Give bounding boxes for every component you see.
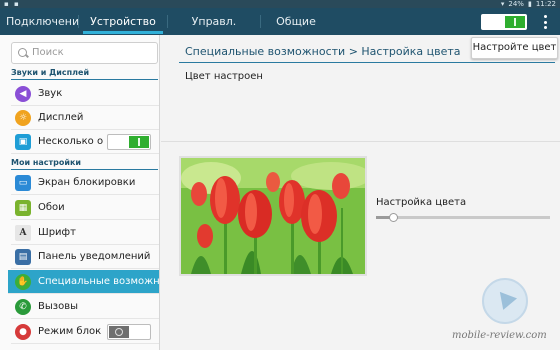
sidebar-item-sound[interactable]: ◀ Звук (11, 82, 159, 106)
status-notification-icons: ▪ ▪ (4, 0, 20, 8)
multiwindow-toggle[interactable] (107, 134, 151, 150)
sidebar-item-lockscreen[interactable]: ▭ Экран блокировки (11, 171, 159, 195)
tab-general[interactable]: Общие (261, 8, 331, 35)
toggle-knob (505, 16, 525, 28)
sidebar-item-display[interactable]: ☼ Дисплей (11, 106, 159, 130)
lockscreen-icon: ▭ (15, 174, 31, 191)
sidebar-item-font[interactable]: A Шрифт (11, 221, 159, 245)
battery-percent: 24% (508, 0, 524, 8)
wifi-icon: ▾ (500, 0, 505, 8)
accessibility-icon: ✋ (15, 273, 31, 290)
breadcrumb-divider (179, 62, 555, 63)
tab-controls[interactable]: Управл. (168, 8, 260, 35)
tulips-preview-image (179, 156, 367, 276)
sidebar-item-accessibility[interactable]: ✋ Специальные возможнос (8, 270, 159, 294)
site-watermark: mobile-review.com (448, 278, 558, 348)
battery-icon: ▮ (527, 0, 532, 8)
sidebar-item-block-mode[interactable]: ● Режим блок (11, 320, 159, 344)
wallpaper-icon: ▦ (15, 199, 31, 216)
watermark-logo (482, 278, 528, 324)
tab-connections[interactable]: Подключения (0, 8, 78, 35)
notification-icon: ▪ (4, 0, 9, 8)
sidebar-item-multiwindow[interactable]: ▣ Несколько о (11, 130, 159, 154)
sidebar-item-label: Панель уведомлений (38, 251, 151, 262)
color-adjust-slider[interactable] (376, 213, 550, 222)
status-bar: ▪ ▪ ▾ 24% ▮ 11:22 (0, 0, 560, 8)
clock: 11:22 (535, 0, 556, 8)
master-toggle[interactable] (481, 14, 527, 30)
block-mode-toggle[interactable] (107, 324, 151, 340)
sidebar-item-label: Режим блок (38, 326, 102, 337)
sidebar-item-notification-panel[interactable]: ▤ Панель уведомлений (11, 245, 159, 269)
sidebar-item-calls[interactable]: ✆ Вызовы (11, 295, 159, 319)
sidebar-item-label: Дисплей (38, 112, 84, 123)
sidebar-item-label: Вызовы (38, 301, 78, 312)
notification-icon: ▪ (14, 0, 19, 8)
adjust-color-button[interactable]: Настройте цвет (471, 37, 558, 59)
sidebar-item-wallpaper[interactable]: ▦ Обои (11, 196, 159, 220)
speaker-icon: ◀ (15, 85, 31, 102)
tab-bar: Подключения Устройство Управл. Общие (0, 8, 560, 35)
color-adjust-label: Настройка цвета (376, 197, 467, 208)
search-icon (18, 48, 27, 57)
sidebar-item-label: Экран блокировки (38, 177, 136, 188)
status-right: ▾ 24% ▮ 11:22 (501, 0, 556, 8)
color-status-text: Цвет настроен (185, 71, 263, 82)
phone-icon: ✆ (15, 298, 31, 315)
font-icon: A (15, 224, 31, 241)
sidebar-item-label: Несколько о (38, 136, 104, 147)
sidebar-item-label: Звук (38, 88, 63, 99)
search-placeholder: Поиск (32, 47, 64, 58)
watermark-text: mobile-review.com (452, 330, 547, 341)
section-header-my-settings: Мои настройки (11, 158, 158, 170)
tab-device[interactable]: Устройство (79, 8, 167, 35)
multiwindow-icon: ▣ (15, 133, 31, 150)
sidebar: Поиск Звуки и Дисплей ◀ Звук ☼ Дисплей ▣… (0, 35, 160, 350)
notification-panel-icon: ▤ (15, 248, 31, 265)
sidebar-item-label: Специальные возможнос (38, 276, 159, 287)
section-header-sound-display: Звуки и Дисплей (11, 68, 158, 80)
content-panel: Специальные возможности > Настройка цвет… (161, 35, 560, 350)
sidebar-item-label: Обои (38, 202, 65, 213)
section-divider (161, 141, 560, 142)
search-input[interactable]: Поиск (11, 42, 158, 64)
breadcrumb: Специальные возможности > Настройка цвет… (185, 45, 461, 58)
slider-thumb[interactable] (389, 213, 399, 222)
block-mode-icon: ● (15, 323, 31, 340)
display-icon: ☼ (15, 109, 31, 126)
sidebar-item-label: Шрифт (38, 227, 76, 238)
more-options-icon[interactable] (540, 13, 550, 31)
